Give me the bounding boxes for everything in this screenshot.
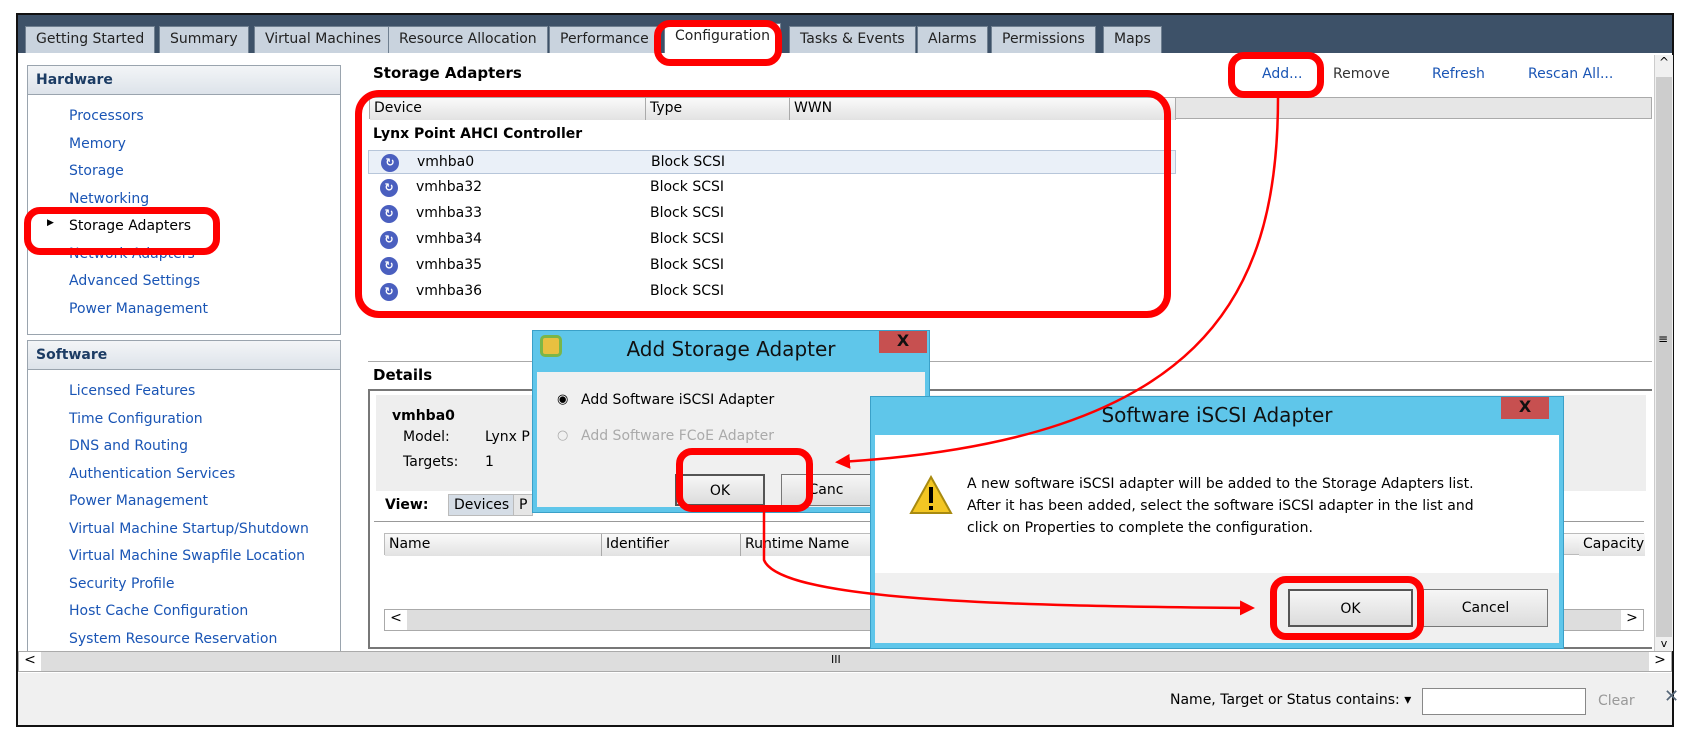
arrow-ok-to-ok <box>762 512 1255 616</box>
annotation-arrows <box>762 97 1280 616</box>
arrow-add-to-dialog <box>835 97 1280 469</box>
